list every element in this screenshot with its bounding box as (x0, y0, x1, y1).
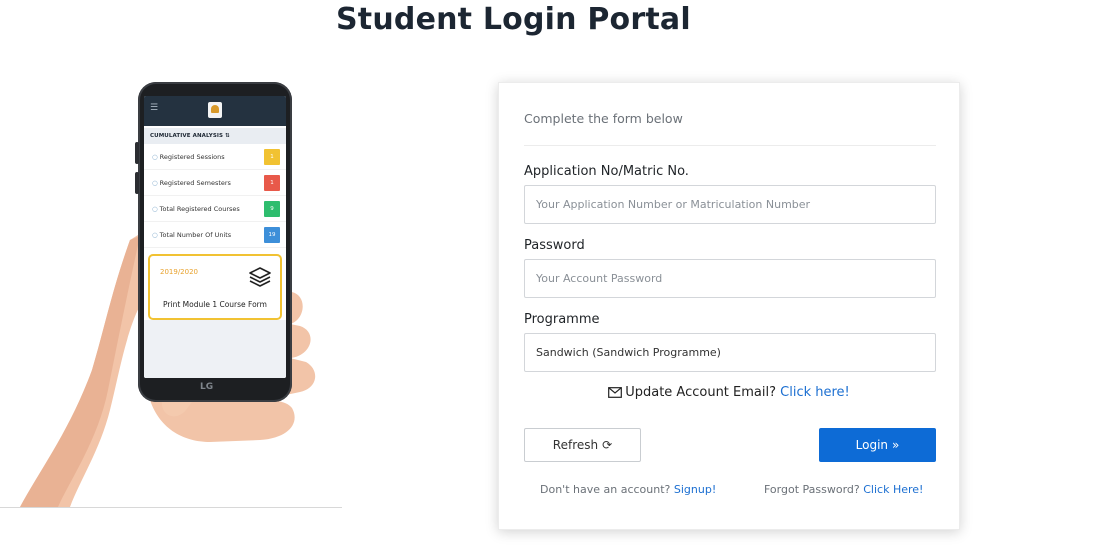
password-input[interactable] (524, 259, 936, 298)
bullet-icon: ○ (152, 204, 158, 213)
update-email-link[interactable]: Click here! (780, 385, 850, 400)
programme-select[interactable]: Sandwich (Sandwich Programme) (524, 333, 936, 372)
phone-device: ☰ CUMULATIVE ANALYSIS ⇅ ○ Registered Sess… (135, 82, 292, 402)
password-label: Password (524, 238, 585, 253)
screen-footer-area (144, 320, 286, 378)
stat-registered-semesters: ○ Registered Semesters 1 (144, 170, 286, 196)
phone-illustration: ☰ CUMULATIVE ANALYSIS ⇅ ○ Registered Sess… (0, 70, 345, 510)
envelope-icon (608, 387, 623, 398)
stat-registered-sessions: ○ Registered Sessions 1 (144, 144, 286, 170)
forgot-password-prompt: Forgot Password? Click Here! (764, 483, 924, 496)
programme-selected-value: Sandwich (Sandwich Programme) (536, 346, 721, 359)
app-header: ☰ (144, 96, 286, 126)
refresh-icon: ⟳ (602, 438, 613, 452)
stat-total-registered-courses: ○ Total Registered Courses 9 (144, 196, 286, 222)
application-number-input[interactable] (524, 185, 936, 224)
phone-screen: ☰ CUMULATIVE ANALYSIS ⇅ ○ Registered Sess… (144, 96, 286, 378)
divider (524, 145, 936, 146)
print-course-form-card: 2019/2020 Print Module 1 Course Form (148, 254, 282, 320)
cumulative-analysis-heading: CUMULATIVE ANALYSIS ⇅ (144, 128, 286, 144)
bullet-icon: ○ (152, 152, 158, 161)
double-chevron-right-icon: » (892, 438, 900, 452)
form-intro-text: Complete the form below (524, 111, 683, 126)
menu-icon: ☰ (150, 103, 159, 113)
refresh-button[interactable]: Refresh ⟳ (524, 428, 641, 462)
page-title: Student Login Portal (336, 2, 691, 37)
card-label: Print Module 1 Course Form (163, 300, 267, 309)
login-button[interactable]: Login » (819, 428, 936, 462)
login-form-card: Complete the form below Application No/M… (498, 82, 960, 530)
stat-total-number-of-units: ○ Total Number Of Units 19 (144, 222, 286, 248)
lg-logo: LG (200, 382, 214, 392)
application-number-label: Application No/Matric No. (524, 164, 689, 179)
bullet-icon: ○ (152, 178, 158, 187)
signup-prompt: Don't have an account? Signup! (540, 483, 717, 496)
divider (0, 507, 342, 508)
layers-icon (249, 267, 271, 287)
update-account-email: Update Account Email? Click here! (499, 385, 959, 400)
card-session-year: 2019/2020 (160, 268, 198, 276)
app-logo (208, 102, 222, 118)
programme-label: Programme (524, 312, 600, 327)
signup-link[interactable]: Signup! (674, 483, 716, 496)
bullet-icon: ○ (152, 230, 158, 239)
forgot-password-link[interactable]: Click Here! (863, 483, 923, 496)
